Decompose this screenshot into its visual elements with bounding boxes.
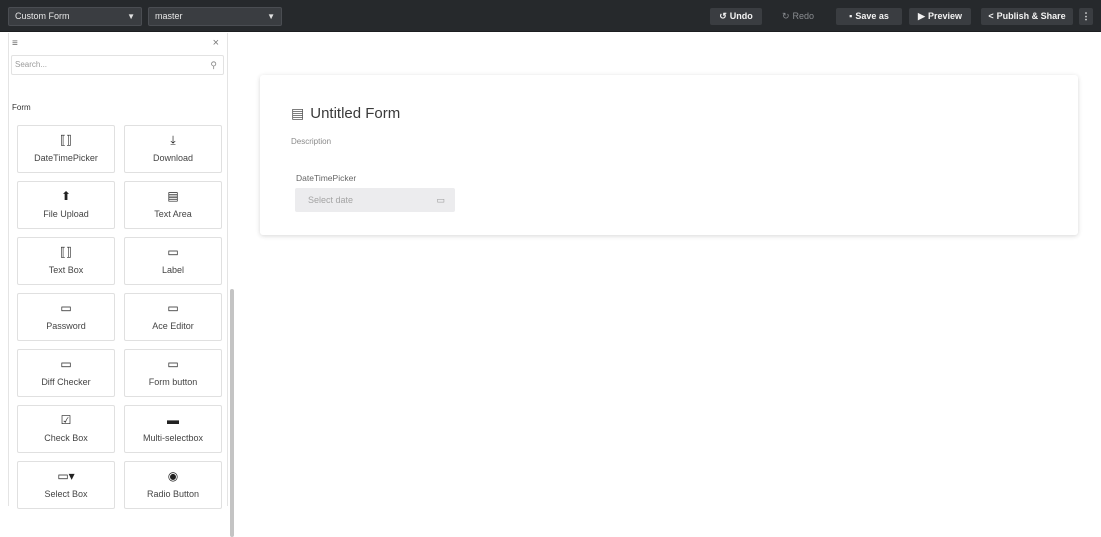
component-sidebar: ≡ × Search... ⚲ Form ⟦⟧ DateTimePicker ⤓… <box>8 33 234 537</box>
component-label: Radio Button <box>146 489 200 499</box>
password-icon: ▭ <box>60 301 72 315</box>
download-icon: ⤓ <box>170 133 176 147</box>
date-placeholder: Select date <box>308 195 354 205</box>
redo-button[interactable]: ↻ Redo <box>774 8 822 25</box>
selectbox-icon: ▭▾ <box>57 469 75 483</box>
form-type-select[interactable]: Custom Form ▼ <box>8 7 142 26</box>
publish-label: Publish & Share <box>996 11 1066 21</box>
undo-label: Undo <box>729 11 753 21</box>
form-title[interactable]: ▤ Untitled Form <box>291 105 400 122</box>
multiselect-icon: ▬ <box>167 413 179 427</box>
component-select-box[interactable]: ▭▾ Select Box <box>17 461 115 509</box>
date-input[interactable]: Select date ▭ <box>295 188 455 212</box>
field-label: DateTimePicker <box>296 173 357 183</box>
form-icon: ▤ <box>291 105 305 121</box>
form-card: ▤ Untitled Form Description DateTimePicke… <box>260 75 1078 235</box>
component-datetimepicker[interactable]: ⟦⟧ DateTimePicker <box>17 125 115 173</box>
component-label: Multi-selectbox <box>142 433 204 443</box>
form-title-text: Untitled Form <box>310 105 401 122</box>
save-icon: ▪ <box>849 11 853 21</box>
component-check-box[interactable]: ☑ Check Box <box>17 405 115 453</box>
menu-icon[interactable]: ≡ <box>12 38 18 49</box>
component-label: Check Box <box>44 433 88 443</box>
search-placeholder: Search... <box>15 60 48 69</box>
editor-icon: ▭ <box>167 301 179 315</box>
branch-select[interactable]: master ▼ <box>148 7 282 26</box>
component-label: Ace Editor <box>152 321 194 331</box>
component-label: Diff Checker <box>41 377 91 387</box>
redo-icon: ↻ <box>781 11 790 21</box>
component-download[interactable]: ⤓ Download <box>124 125 222 173</box>
redo-label: Redo <box>792 11 815 21</box>
toolbar: Custom Form ▼ master ▼ ↺ Undo ↻ Redo ▪ Save… <box>0 0 1101 32</box>
branch-value: master <box>155 11 183 21</box>
save-as-button[interactable]: ▪ Save as <box>836 8 902 25</box>
component-diff-checker[interactable]: ▭ Diff Checker <box>17 349 115 397</box>
form-description[interactable]: Description <box>291 137 331 146</box>
close-icon[interactable]: × <box>213 37 219 49</box>
search-icon: ⚲ <box>210 60 217 70</box>
share-icon: < <box>988 11 994 21</box>
diff-icon: ▭ <box>60 357 72 371</box>
label-icon: ▭ <box>167 245 179 259</box>
component-label: Label <box>161 265 185 275</box>
chevron-down-icon: ▼ <box>127 12 135 21</box>
chevron-down-icon: ▼ <box>267 12 275 21</box>
checkbox-icon: ☑ <box>60 413 72 427</box>
upload-icon: ⬆ <box>60 189 72 203</box>
component-label: Password <box>46 321 86 331</box>
undo-icon: ↺ <box>719 11 727 21</box>
component-label: Select Box <box>44 489 88 499</box>
component-password[interactable]: ▭ Password <box>17 293 115 341</box>
save-as-label: Save as <box>855 11 889 21</box>
component-label: Form button <box>148 377 198 387</box>
more-icon: ⋮ <box>1081 11 1091 21</box>
component-multi-selectbox[interactable]: ▬ Multi-selectbox <box>124 405 222 453</box>
button-icon: ▭ <box>167 357 179 371</box>
component-file-upload[interactable]: ⬆ File Upload <box>17 181 115 229</box>
preview-button[interactable]: ▶ Preview <box>909 8 971 25</box>
textarea-icon: ▤ <box>167 189 179 203</box>
publish-share-button[interactable]: < Publish & Share <box>981 8 1073 25</box>
undo-button[interactable]: ↺ Undo <box>710 8 762 25</box>
component-label: DateTimePicker <box>34 153 98 163</box>
preview-label: Preview <box>927 11 962 21</box>
component-label[interactable]: ▭ Label <box>124 237 222 285</box>
component-label: Text Box <box>48 265 84 275</box>
more-options-button[interactable]: ⋮ <box>1079 8 1093 25</box>
section-heading: Form <box>12 103 31 112</box>
calendar-icon: ▭ <box>436 195 445 205</box>
radio-icon: ◉ <box>167 469 179 483</box>
play-icon: ▶ <box>918 11 925 21</box>
component-ace-editor[interactable]: ▭ Ace Editor <box>124 293 222 341</box>
component-label: File Upload <box>43 209 89 219</box>
component-form-button[interactable]: ▭ Form button <box>124 349 222 397</box>
component-label: Download <box>152 153 194 163</box>
component-radio-button[interactable]: ◉ Radio Button <box>124 461 222 509</box>
datetime-icon: ⟦⟧ <box>60 133 72 147</box>
form-type-value: Custom Form <box>15 11 70 21</box>
textbox-icon: ⟦⟧ <box>60 245 72 259</box>
component-text-box[interactable]: ⟦⟧ Text Box <box>17 237 115 285</box>
sidebar-scrollbar[interactable] <box>230 289 234 537</box>
component-text-area[interactable]: ▤ Text Area <box>124 181 222 229</box>
search-input[interactable]: Search... ⚲ <box>11 55 224 75</box>
component-label: Text Area <box>154 209 192 219</box>
